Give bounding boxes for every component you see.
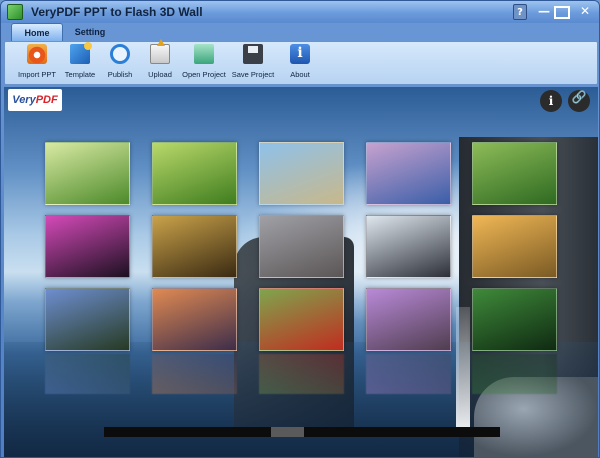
photo-tile[interactable]	[259, 142, 344, 205]
photo-tile[interactable]	[472, 215, 557, 278]
toolbar: Import PPT Template Publish Upload Open …	[4, 39, 598, 85]
photo-tile[interactable]	[152, 288, 237, 351]
title-bar[interactable]: VeryPDF PPT to Flash 3D Wall ? — ✕	[1, 1, 599, 23]
save-project-button[interactable]: Save Project	[230, 44, 276, 84]
publish-label: Publish	[107, 70, 133, 79]
photo-tile[interactable]	[259, 288, 344, 351]
app-icon	[7, 4, 23, 20]
minimize-button[interactable]: —	[535, 4, 553, 20]
photo-tile-reflection	[152, 354, 237, 394]
photo-tile[interactable]	[152, 142, 237, 205]
template-button[interactable]: Template	[60, 42, 100, 84]
about-icon	[290, 44, 310, 64]
photo-tile[interactable]	[259, 215, 344, 278]
import-ppt-button[interactable]: Import PPT	[11, 44, 63, 84]
about-label: About	[290, 70, 310, 79]
photo-tile-reflection	[366, 354, 451, 394]
upload-label: Upload	[148, 70, 172, 79]
about-button[interactable]: About	[283, 44, 317, 84]
flash-3d-wall-stage[interactable]: VeryPDF i 🔗	[4, 87, 598, 457]
verypdf-logo[interactable]: VeryPDF	[8, 89, 62, 111]
open-project-label: Open Project	[182, 70, 226, 79]
photo-tile[interactable]	[472, 288, 557, 351]
import-ppt-label: Import PPT	[18, 70, 56, 79]
photo-tile[interactable]	[366, 142, 451, 205]
open-project-icon	[194, 44, 214, 64]
template-icon	[70, 42, 92, 64]
save-project-icon	[243, 44, 263, 64]
photo-tile[interactable]	[45, 288, 130, 351]
photo-tile[interactable]	[366, 288, 451, 351]
photo-tile-reflection	[259, 354, 344, 394]
upload-icon	[150, 39, 170, 64]
tab-home[interactable]: Home	[11, 23, 63, 41]
publish-button[interactable]: Publish	[101, 44, 139, 84]
import-ppt-icon	[27, 44, 47, 64]
photo-tile[interactable]	[152, 215, 237, 278]
photo-tile[interactable]	[45, 215, 130, 278]
window-title: VeryPDF PPT to Flash 3D Wall	[31, 5, 203, 19]
template-label: Template	[64, 70, 96, 79]
photo-tile[interactable]	[366, 215, 451, 278]
photo-tile-reflection	[472, 354, 557, 394]
close-button[interactable]: ✕	[575, 4, 595, 20]
photo-tile-reflection	[45, 354, 130, 394]
open-project-button[interactable]: Open Project	[179, 44, 229, 84]
maximize-button[interactable]	[554, 6, 570, 19]
publish-icon	[110, 44, 130, 64]
photo-tile[interactable]	[45, 142, 130, 205]
link-button[interactable]: 🔗	[568, 90, 590, 112]
wall-scrollbar-thumb[interactable]	[271, 427, 304, 437]
photo-tile[interactable]	[472, 142, 557, 205]
help-button[interactable]: ?	[513, 4, 527, 20]
tab-setting[interactable]: Setting	[65, 23, 115, 41]
info-button[interactable]: i	[540, 90, 562, 112]
wall-scrollbar[interactable]	[104, 427, 500, 437]
upload-button[interactable]: Upload	[141, 39, 179, 84]
background-waterfall	[456, 307, 470, 427]
app-window: VeryPDF PPT to Flash 3D Wall ? — ✕ Home …	[0, 0, 600, 458]
save-project-label: Save Project	[231, 70, 275, 79]
